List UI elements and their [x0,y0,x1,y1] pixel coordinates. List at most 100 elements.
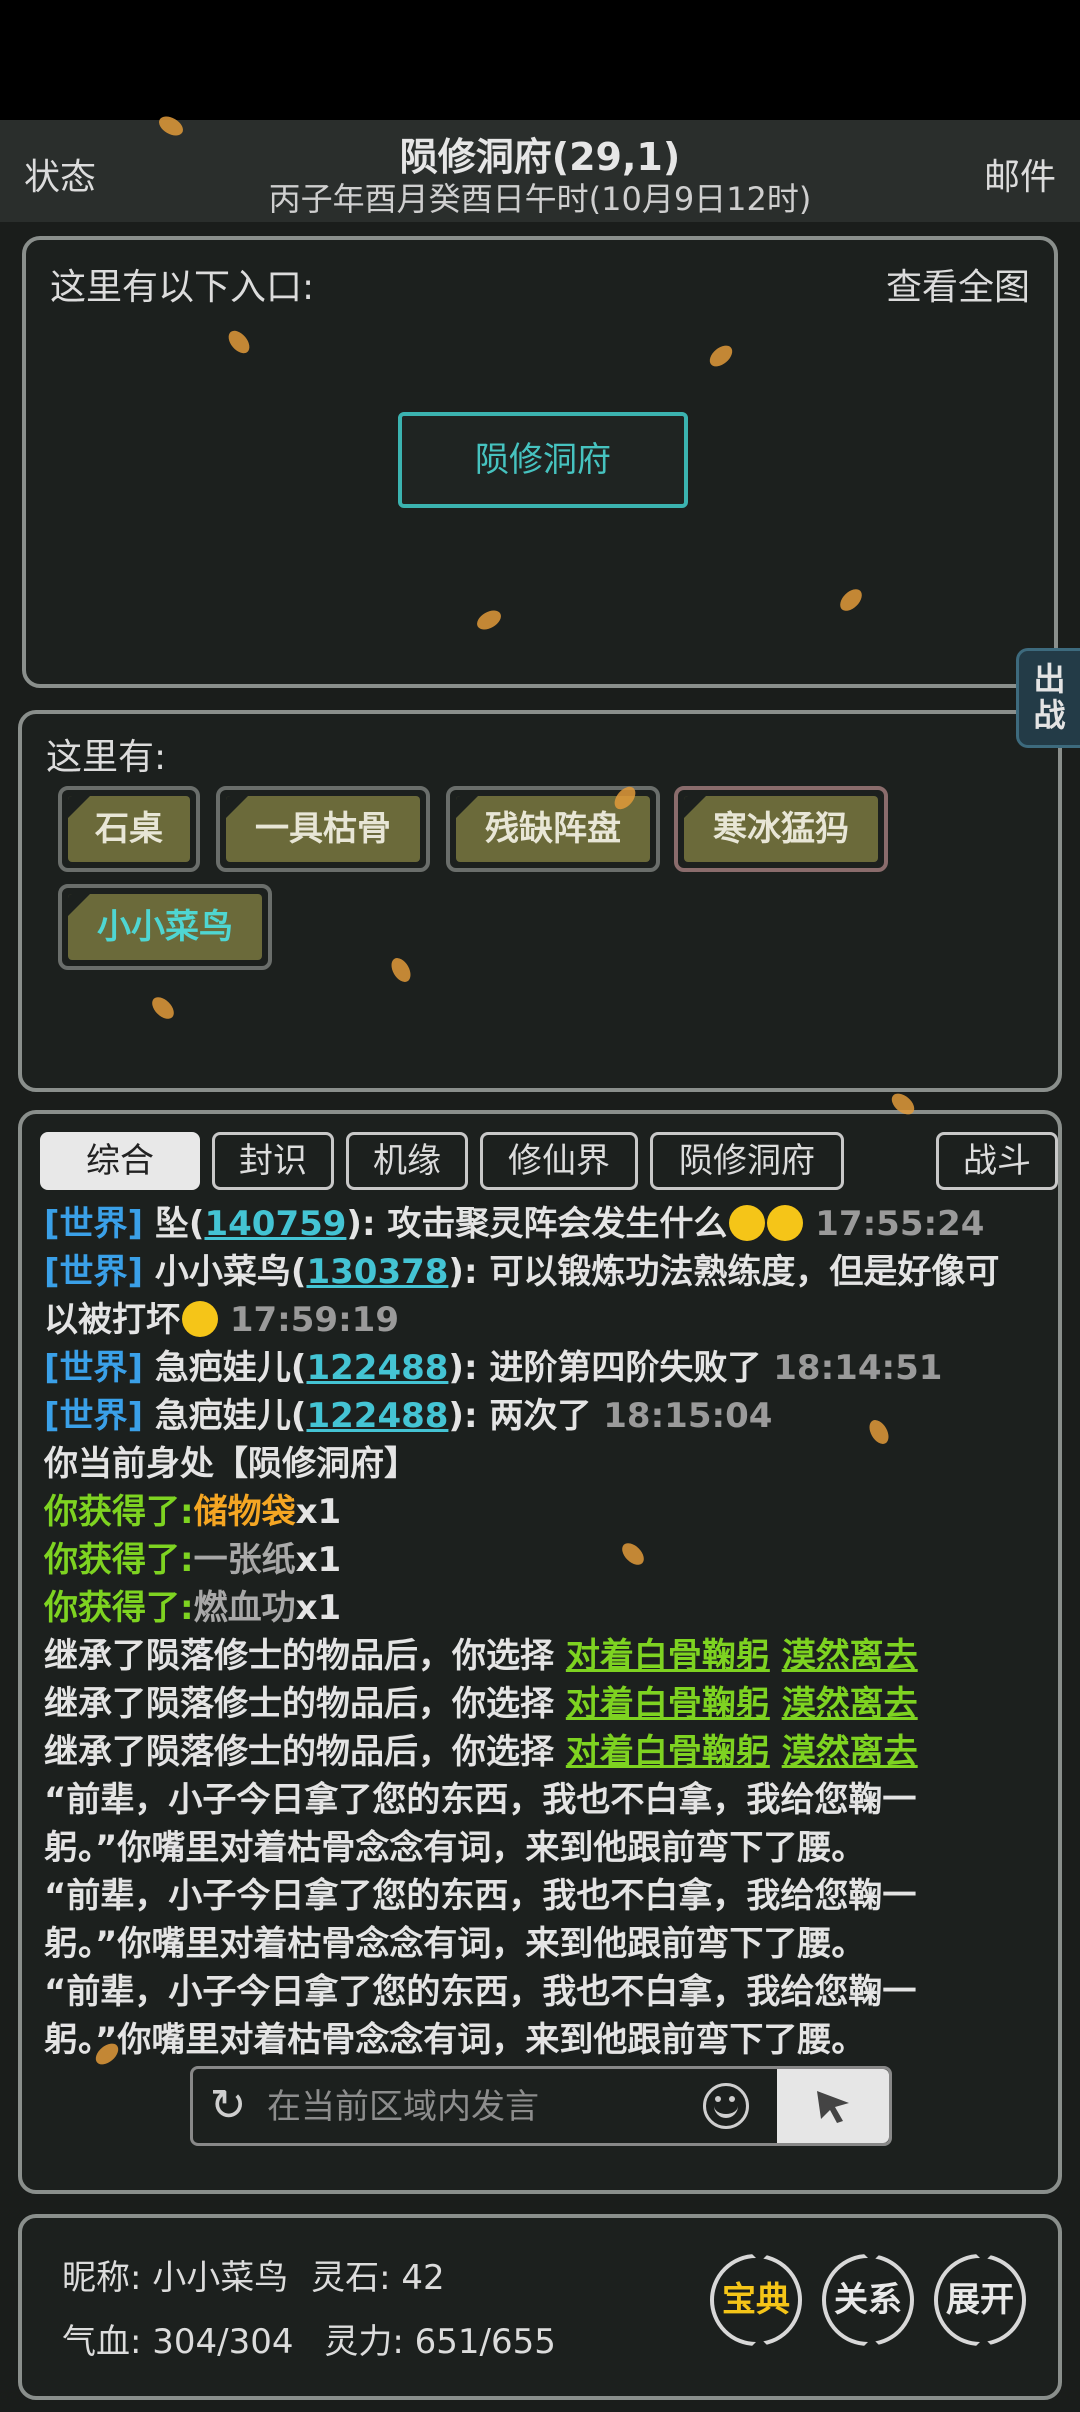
choice-bow-link[interactable]: 对着白骨鞠躬 [566,1684,770,1724]
treasure-book-button[interactable]: 宝典 [710,2254,802,2346]
expand-button[interactable]: 展开 [934,2254,1026,2346]
objects-panel: 这里有: 石桌 一具枯骨 残缺阵盘 寒冰猛犸 小小菜鸟 [18,710,1062,1092]
send-cursor-icon [817,2091,849,2123]
mail-button[interactable]: 邮件 [984,148,1056,200]
loot-item: 一张纸 [193,1540,296,1580]
top-bar: 状态 陨修洞府(29,1) 丙子年酉月癸酉日午时(10月9日12时) 邮件 [0,120,1080,222]
chat-message: [世界] 坠(140759): 攻击聚灵阵会发生什么 17:55:24 [44,1200,1044,1248]
sender-id-link[interactable]: 122488 [306,1348,448,1388]
message-text: 以被打坏 [44,1300,180,1340]
sender-id-link[interactable]: 130378 [306,1252,448,1292]
tab-location[interactable]: 陨修洞府 [650,1132,844,1190]
loot-qty: x1 [295,1588,342,1628]
story-text: “前辈，小子今日拿了您的东西，我也不白拿，我给您鞠一 [44,1780,917,1820]
mp-label: 灵力: [324,2322,404,2362]
story-text: “前辈，小子今日拿了您的东西，我也不白拿，我给您鞠一 [44,1972,917,2012]
story-text: 躬。”你嘴里对着枯骨念念有词，来到他跟前弯下了腰。 [44,2020,866,2060]
relations-button[interactable]: 关系 [822,2254,914,2346]
tab-cultivation-world[interactable]: 修仙界 [480,1132,638,1190]
chat-panel: 综合 封识 机缘 修仙界 陨修洞府 战斗 [世界] 坠(140759): 攻击聚… [18,1110,1062,2194]
obtained-label: 你获得了: [44,1540,194,1580]
chat-message: [世界] 急疤娃儿(122488): 两次了 18:15:04 [44,1392,1044,1440]
refresh-icon[interactable]: ↻ [203,2081,253,2131]
send-button[interactable] [777,2069,889,2143]
tab-seal[interactable]: 封识 [212,1132,334,1190]
chat-tabs: 综合 封识 机缘 修仙界 陨修洞府 战斗 [40,1132,1058,1192]
choice-leave-link[interactable]: 漠然离去 [782,1732,918,1772]
obtained-label: 你获得了: [44,1588,194,1628]
message-time: 17:59:19 [229,1300,399,1340]
loot-item: 储物袋 [193,1492,296,1532]
choice-leave-link[interactable]: 漠然离去 [782,1684,918,1724]
sender-name: 坠( [154,1204,205,1244]
message-time: 18:14:51 [773,1348,943,1388]
channel-tag: [世界] [44,1204,144,1244]
stone-value: 42 [401,2258,445,2298]
loot-message: 你获得了:储物袋x1 [44,1488,1044,1536]
tab-fortune[interactable]: 机缘 [346,1132,468,1190]
tab-battle[interactable]: 战斗 [936,1132,1058,1190]
view-map-button[interactable]: 查看全图 [886,258,1030,310]
objects-label: 这里有: [46,737,167,778]
choice-bow-link[interactable]: 对着白骨鞠躬 [566,1636,770,1676]
nickname-value: 小小菜鸟 [152,2258,289,2298]
object-label: 寒冰猛犸 [684,796,878,862]
sender-id-link[interactable]: 122488 [306,1396,448,1436]
chat-message-continued: 以被打坏 17:59:19 [44,1296,1044,1344]
stats-row: 气血: 304/304 灵力: 651/655 [62,2314,556,2363]
choice-message: 继承了陨落修士的物品后，你选择 对着白骨鞠躬 漠然离去 [44,1728,1044,1776]
sender-name: 急疤娃儿( [154,1396,307,1436]
tab-general[interactable]: 综合 [40,1132,200,1190]
object-label: 小小菜鸟 [68,894,262,960]
loot-qty: x1 [295,1492,342,1532]
channel-tag: [世界] [44,1348,144,1388]
stone-label: 灵石: [311,2258,391,2298]
object-label: 一具枯骨 [226,796,420,862]
object-chip[interactable]: 石桌 [58,786,200,872]
choice-prefix: 继承了陨落修士的物品后，你选择 [44,1732,554,1772]
message-text: ): 可以锻炼功法熟练度，但是好像可 [448,1252,1000,1292]
chat-input-bar: ↻ [190,2066,892,2146]
loot-message: 你获得了:燃血功x1 [44,1584,1044,1632]
choice-message: 继承了陨落修士的物品后，你选择 对着白骨鞠躬 漠然离去 [44,1632,1044,1680]
choice-bow-link[interactable]: 对着白骨鞠躬 [566,1732,770,1772]
object-label: 石桌 [68,796,190,862]
system-message: 你当前身处【陨修洞府】 [44,1444,418,1484]
entrances-label: 这里有以下入口: [50,267,315,308]
choice-leave-link[interactable]: 漠然离去 [782,1636,918,1676]
choice-message: 继承了陨落修士的物品后，你选择 对着白骨鞠躬 漠然离去 [44,1680,1044,1728]
sender-name: 急疤娃儿( [154,1348,307,1388]
loot-qty: x1 [295,1540,342,1580]
emoji-icon[interactable] [703,2083,749,2129]
battle-side-tab[interactable]: 出战 [1016,648,1080,748]
entrances-panel: 这里有以下入口: 查看全图 陨修洞府 [22,236,1058,688]
loot-message: 你获得了:一张纸x1 [44,1536,1044,1584]
mp-value: 651/655 [414,2322,556,2362]
thinking-emoji-icon [729,1205,766,1241]
story-text: 躬。”你嘴里对着枯骨念念有词，来到他跟前弯下了腰。 [44,1828,866,1868]
message-text: ): 进阶第四阶失败了 [448,1348,762,1388]
player-chip[interactable]: 小小菜鸟 [58,884,272,970]
laughing-emoji-icon [182,1301,218,1337]
nickname-row: 昵称: 小小菜鸟 灵石: 42 [62,2250,445,2299]
location-title: 陨修洞府(29,1) [399,135,681,179]
thinking-emoji-icon [767,1205,804,1241]
message-text: ): 攻击聚灵阵会发生什么 [346,1204,728,1244]
message-text: ): 两次了 [448,1396,592,1436]
hp-label: 气血: [62,2322,142,2362]
monster-chip[interactable]: 寒冰猛犸 [674,786,888,872]
chat-message: [世界] 急疤娃儿(122488): 进阶第四阶失败了 18:14:51 [44,1344,1044,1392]
loot-item: 燃血功 [193,1588,296,1628]
choice-prefix: 继承了陨落修士的物品后，你选择 [44,1684,554,1724]
hp-value: 304/304 [152,2322,294,2362]
nickname-label: 昵称: [62,2258,142,2298]
status-bar [0,0,1080,120]
object-chip[interactable]: 一具枯骨 [216,786,430,872]
entrance-button[interactable]: 陨修洞府 [398,412,688,508]
choice-prefix: 继承了陨落修士的物品后，你选择 [44,1636,554,1676]
chat-input[interactable] [265,2077,689,2137]
game-date: 丙子年酉月癸酉日午时(10月9日12时) [268,180,812,218]
sender-name: 小小菜鸟( [154,1252,307,1292]
chat-log[interactable]: [世界] 坠(140759): 攻击聚灵阵会发生什么 17:55:24 [世界]… [44,1200,1044,2060]
sender-id-link[interactable]: 140759 [204,1204,346,1244]
